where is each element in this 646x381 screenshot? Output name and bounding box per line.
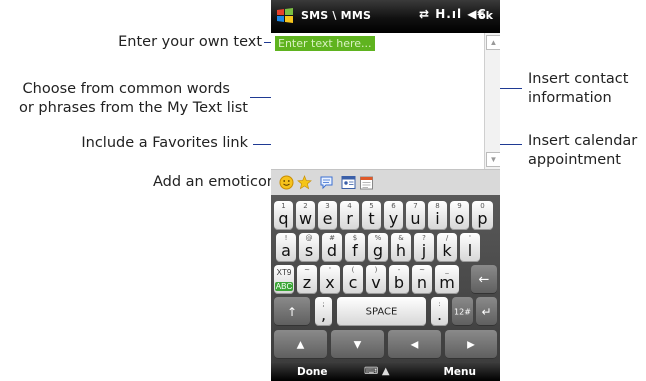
arrow-up-icon: ▲ xyxy=(296,339,305,350)
callout-enter-text: Enter your own text xyxy=(118,34,262,50)
key-m[interactable]: _ m xyxy=(435,265,459,294)
key-h[interactable]: & h xyxy=(391,233,411,262)
xt9-toggle-button[interactable]: XT9 ABC xyxy=(274,265,294,294)
message-placeholder: Enter text here... xyxy=(275,36,375,51)
arrow-right-key[interactable]: ▶ xyxy=(445,330,497,359)
abc-label: ABC xyxy=(275,282,293,291)
status-icons: ⇄ H.ıl ◀€ xyxy=(419,7,487,21)
contact-card-icon[interactable] xyxy=(341,175,356,190)
shift-key[interactable]: ↑ xyxy=(274,297,310,326)
key-c[interactable]: (c xyxy=(343,265,363,294)
key-s[interactable]: @ s xyxy=(299,233,319,262)
ok-button[interactable]: ok xyxy=(478,9,493,22)
phone-screen: SMS \ MMS ⇄ H.ıl ◀€ ok Enter text here..… xyxy=(271,0,500,381)
calendar-icon[interactable] xyxy=(359,175,374,190)
key-i[interactable]: 8i xyxy=(428,201,447,230)
callout-my-text-line2: or phrases from the My Text list xyxy=(18,100,248,116)
callout-favorites: Include a Favorites link xyxy=(81,135,248,151)
arrow-left-icon: ◀ xyxy=(410,339,419,350)
my-text-icon[interactable] xyxy=(319,175,334,190)
scrollbar[interactable]: ▲ ▼ xyxy=(484,33,500,169)
arrow-left-key[interactable]: ◀ xyxy=(388,330,441,359)
key-q[interactable]: 1q xyxy=(274,201,293,230)
arrow-up-key[interactable]: ▲ xyxy=(274,330,327,359)
callout-my-text-line1: Choose from common words xyxy=(22,81,230,97)
key-z[interactable]: ~ z xyxy=(297,265,317,294)
callout-contact: Insert contact information xyxy=(528,70,628,108)
callout-contact-line1: Insert contact xyxy=(528,71,629,87)
done-button[interactable]: Done xyxy=(297,366,328,378)
scroll-down-button[interactable]: ▼ xyxy=(486,152,500,167)
insert-toolbar xyxy=(271,169,500,196)
key-o[interactable]: 9o xyxy=(450,201,469,230)
callout-emoticon: Add an emoticon xyxy=(152,174,276,190)
key-n[interactable]: ~ n xyxy=(412,265,432,294)
xt9-label: XT9 xyxy=(276,268,292,277)
key-r[interactable]: 4r xyxy=(340,201,359,230)
arrow-right-icon: ▶ xyxy=(467,339,475,350)
scroll-up-button[interactable]: ▲ xyxy=(486,35,500,50)
backspace-icon: ← xyxy=(478,272,490,287)
key-d[interactable]: # d xyxy=(322,233,342,262)
windows-start-icon[interactable] xyxy=(275,6,295,26)
key-j[interactable]: ? j xyxy=(414,233,434,262)
key-w[interactable]: 2w xyxy=(296,201,315,230)
softkey-bar: Done ⌨ ▲ Menu xyxy=(271,363,500,381)
key-g[interactable]: % g xyxy=(368,233,388,262)
shift-icon: ↑ xyxy=(286,304,298,319)
key-x[interactable]: ' x xyxy=(320,265,340,294)
key-k[interactable]: / k xyxy=(437,233,457,262)
enter-key[interactable]: ↵ xyxy=(476,297,497,326)
backspace-key[interactable]: ← xyxy=(471,265,497,294)
enter-icon: ↵ xyxy=(481,304,492,319)
key-t[interactable]: 5t xyxy=(362,201,381,230)
callout-contact-line2: information xyxy=(528,90,612,106)
key-u[interactable]: 7u xyxy=(406,201,425,230)
space-key[interactable]: SPACE xyxy=(337,297,426,326)
comma-key[interactable]: ;, xyxy=(315,297,332,326)
key-f[interactable]: $ f xyxy=(345,233,365,262)
key-v[interactable]: ) v xyxy=(366,265,386,294)
symbols-key[interactable]: 12# xyxy=(452,297,473,326)
key-a[interactable]: ! a xyxy=(276,233,296,262)
key-p[interactable]: 0p xyxy=(472,201,493,230)
callout-my-text: Choose from common words or phrases from… xyxy=(19,80,248,118)
on-screen-keyboard: 1q 2w 3e 4r 5t 6y 7u 8i 9o 0p ! a @ s # d $… xyxy=(271,195,500,363)
callout-calendar-line1: Insert calendar xyxy=(528,133,638,149)
key-b[interactable]: -b xyxy=(389,265,409,294)
key-e[interactable]: 3e xyxy=(318,201,337,230)
callout-calendar: Insert calendar appointment xyxy=(528,132,637,170)
key-l[interactable]: ' l xyxy=(460,233,480,262)
message-text-area[interactable]: Enter text here... xyxy=(271,33,484,169)
emoticon-icon[interactable] xyxy=(279,175,294,190)
key-y[interactable]: 6y xyxy=(384,201,403,230)
favorites-star-icon[interactable] xyxy=(297,175,312,190)
app-title: SMS \ MMS xyxy=(301,9,372,22)
arrow-down-icon: ▼ xyxy=(353,339,362,350)
period-key[interactable]: :. xyxy=(431,297,448,326)
callout-calendar-line2: appointment xyxy=(528,152,621,168)
title-bar: SMS \ MMS ⇄ H.ıl ◀€ ok xyxy=(271,0,500,33)
menu-button[interactable]: Menu xyxy=(443,366,476,378)
arrow-down-key[interactable]: ▼ xyxy=(331,330,384,359)
keyboard-toggle-icon[interactable]: ⌨ ▲ xyxy=(364,366,396,379)
